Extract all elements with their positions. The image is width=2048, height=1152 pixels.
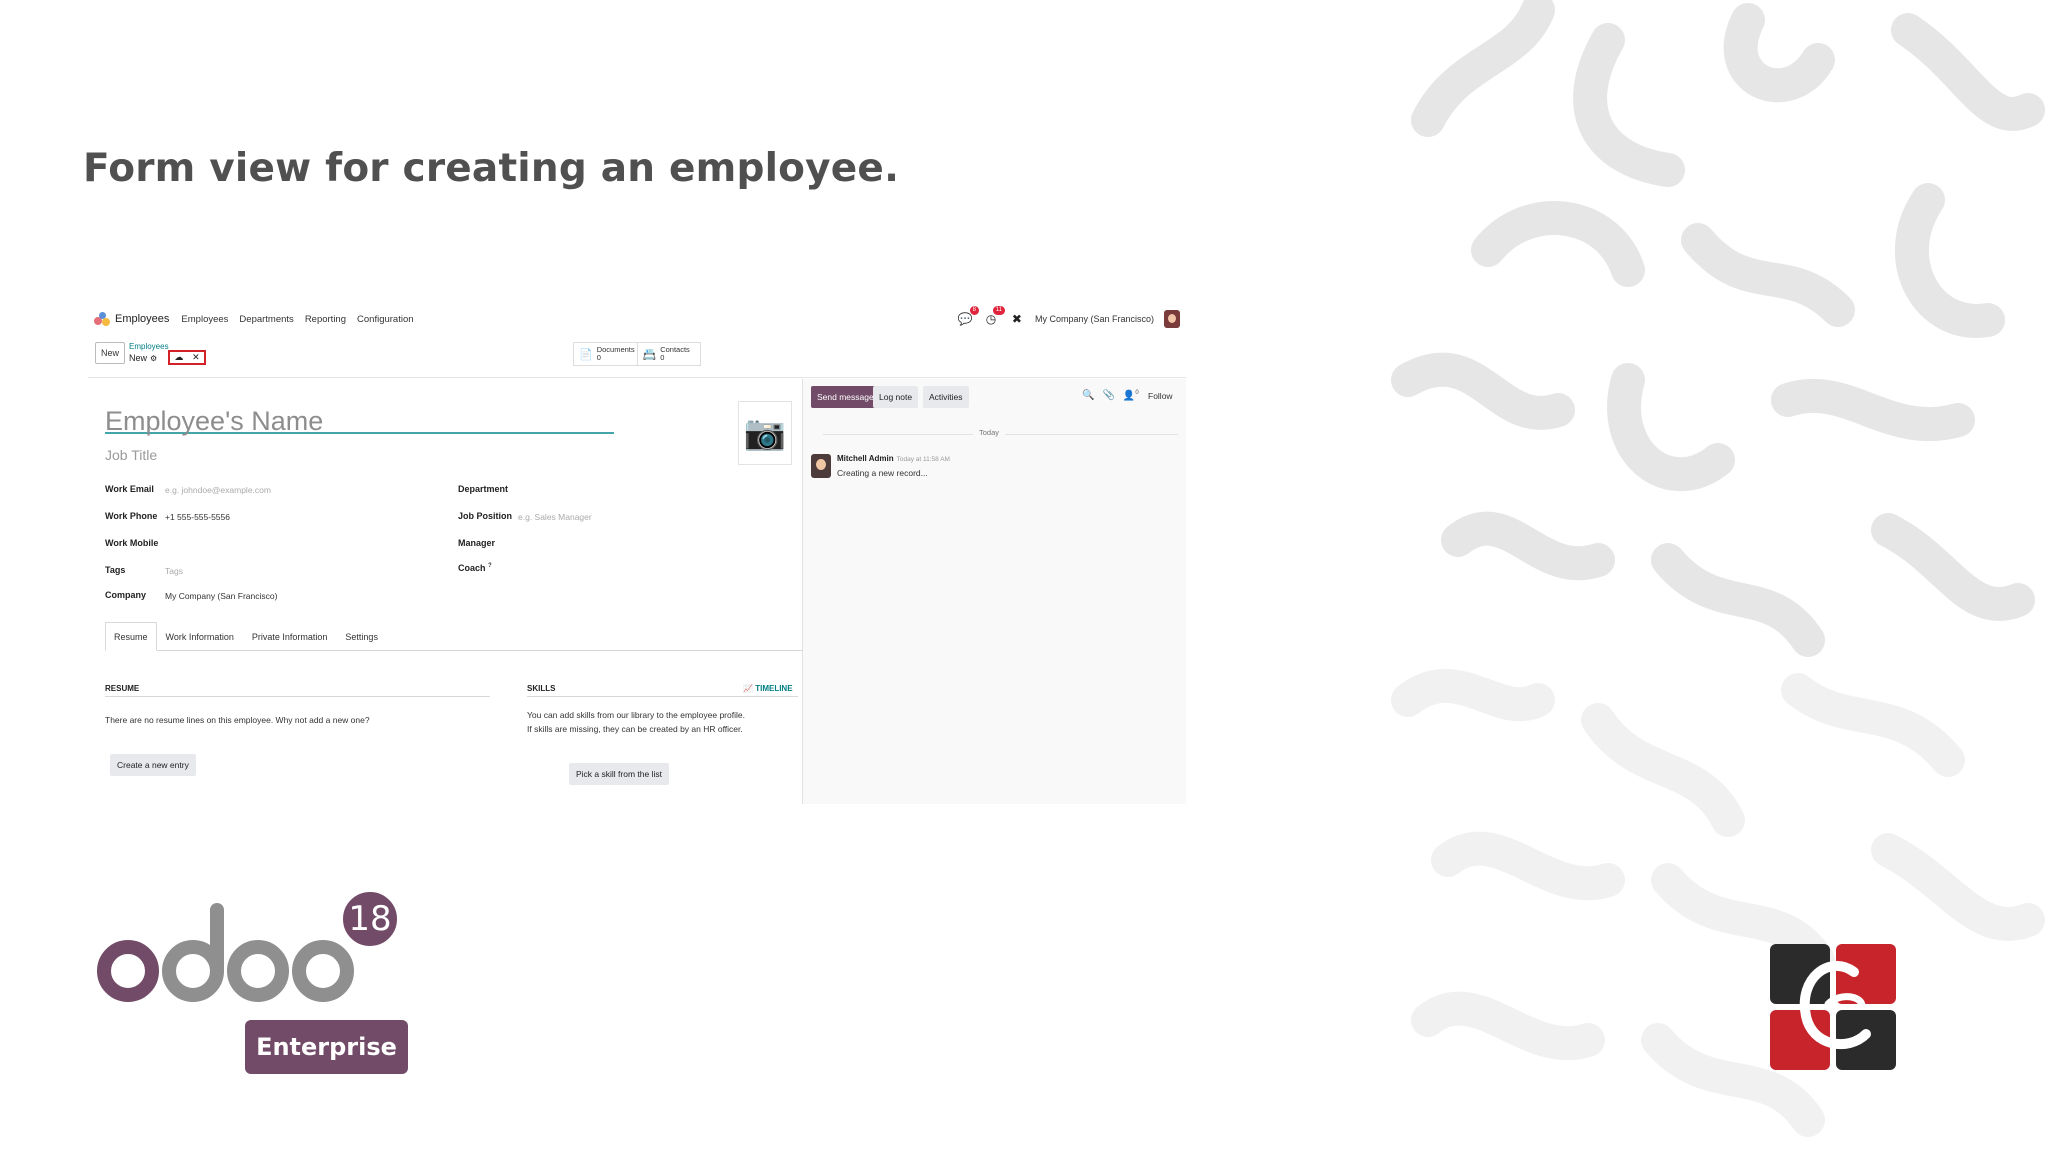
tags-input[interactable]: Tags [165, 566, 183, 576]
gear-icon[interactable]: ⚙ [150, 354, 157, 363]
new-button[interactable]: New [95, 342, 125, 364]
coach-label: Coach ? [458, 563, 492, 573]
tab-resume[interactable]: Resume [105, 622, 157, 651]
work-phone-input[interactable]: +1 555-555-5556 [165, 512, 230, 522]
discuss-badge: 8 [969, 306, 979, 315]
followers-icon[interactable]: 👤0 [1123, 390, 1139, 401]
followers-count: 0 [1135, 390, 1139, 396]
manager-label: Manager [458, 538, 496, 548]
skills-divider [527, 696, 798, 697]
work-mobile-label: Work Mobile [105, 538, 159, 548]
enterprise-badge: Enterprise [245, 1020, 408, 1074]
breadcrumb-current: New ⚙ [129, 353, 157, 363]
date-separator-label: Today [973, 428, 1006, 437]
department-label: Department [458, 484, 509, 494]
resume-divider [105, 696, 490, 697]
breadcrumb-employees[interactable]: Employees [129, 342, 169, 351]
user-avatar[interactable] [1164, 310, 1180, 328]
pick-skill-button[interactable]: Pick a skill from the list [569, 763, 669, 785]
message-author-avatar[interactable] [811, 454, 831, 478]
employees-app-icon[interactable] [94, 312, 110, 326]
chart-line-icon: 📈 [743, 684, 753, 693]
top-navbar: Employees Employees Departments Reportin… [88, 300, 1186, 338]
documents-count: 0 [596, 353, 601, 362]
tab-private-information[interactable]: Private Information [243, 622, 337, 651]
job-position-input[interactable]: e.g. Sales Manager [518, 512, 592, 522]
control-panel: New Employees New ⚙ ☁ ✕ 📄 Documents 0 📇 Co… [88, 338, 1186, 378]
work-email-input[interactable]: e.g. johndoe@example.com [165, 485, 271, 495]
work-email-label: Work Email [105, 484, 154, 494]
menu-configuration[interactable]: Configuration [357, 314, 414, 325]
skills-help-text-2: If skills are missing, they can be creat… [527, 724, 743, 734]
contacts-count: 0 [660, 353, 665, 362]
skills-section-title: SKILLS [527, 684, 556, 693]
search-icon[interactable]: 🔍 [1082, 390, 1094, 401]
message-author-name[interactable]: Mitchell Admin [837, 454, 894, 463]
contacts-smart-button[interactable]: 📇 Contacts 0 [638, 343, 701, 365]
contacts-label: Contacts [660, 345, 690, 354]
employee-name-input[interactable]: Employee's Name [105, 408, 614, 435]
activities-button[interactable]: Activities [923, 386, 969, 408]
decorative-pattern [1391, 0, 2045, 1137]
activity-clock-icon[interactable]: ◷ 11 [983, 306, 1005, 327]
breadcrumb-current-label: New [129, 353, 148, 363]
job-title-input[interactable]: Job Title [105, 447, 157, 463]
version-badge: 18 [339, 888, 401, 950]
follow-button[interactable]: Follow [1148, 391, 1173, 401]
debug-tools-icon[interactable]: ✖ [1009, 311, 1025, 327]
activity-badge: 11 [992, 306, 1005, 315]
message-time: Today at 11:58 AM [896, 456, 950, 463]
save-cloud-icon[interactable]: ☁ [174, 352, 183, 363]
resume-empty-text: There are no resume lines on this employ… [105, 715, 370, 725]
company-input[interactable]: My Company (San Francisco) [165, 591, 277, 601]
create-new-entry-button[interactable]: Create a new entry [110, 754, 196, 776]
systray: 💬 8 ◷ 11 ✖ My Company (San Francisco) [957, 306, 1180, 328]
message-body: Creating a new record... [837, 468, 928, 478]
coach-help-icon[interactable]: ? [488, 563, 492, 569]
resume-section-title: RESUME [105, 684, 140, 693]
timeline-link[interactable]: 📈 TIMELINE [743, 684, 793, 693]
form-sheet: Employee's Name Job Title 📷 Work Email e… [95, 379, 803, 804]
chatter-panel: Send message Log note Activities 🔍 📎 👤0 … [803, 379, 1186, 804]
app-name[interactable]: Employees [115, 313, 169, 325]
discuss-icon[interactable]: 💬 8 [957, 306, 979, 327]
tab-settings[interactable]: Settings [336, 622, 387, 651]
timeline-label: TIMELINE [755, 684, 793, 693]
skills-help-text-1: You can add skills from our library to t… [527, 710, 745, 720]
odoo-screenshot: Employees Employees Departments Reportin… [88, 300, 1186, 804]
document-icon: 📄 [579, 348, 593, 361]
smart-buttons: 📄 Documents 0 📇 Contacts 0 [573, 342, 701, 366]
company-label: Company [105, 590, 147, 600]
company-brand-logo [1770, 944, 1896, 1070]
menu-reporting[interactable]: Reporting [305, 314, 346, 325]
add-photo-camera-icon[interactable]: 📷 [738, 401, 792, 465]
notebook-tabs: Resume Work Information Private Informat… [105, 622, 803, 651]
slide-title: Form view for creating an employee. [83, 146, 900, 191]
company-switcher[interactable]: My Company (San Francisco) [1035, 314, 1154, 324]
message-author: Mitchell Admin Today at 11:58 AM [837, 454, 950, 463]
tab-work-information[interactable]: Work Information [157, 622, 243, 651]
menu-employees[interactable]: Employees [181, 314, 228, 325]
coach-label-text: Coach [458, 563, 486, 573]
save-discard-highlight: ☁ ✕ [168, 350, 206, 365]
log-note-button[interactable]: Log note [873, 386, 919, 408]
chatter-tools: 🔍 📎 👤0 [1082, 390, 1139, 401]
send-message-button[interactable]: Send message [811, 386, 880, 408]
menu-departments[interactable]: Departments [239, 314, 293, 325]
documents-label: Documents [596, 345, 635, 354]
work-phone-label: Work Phone [105, 511, 158, 521]
documents-smart-button[interactable]: 📄 Documents 0 [574, 343, 638, 365]
contact-card-icon: 📇 [642, 348, 657, 361]
discard-icon[interactable]: ✕ [192, 352, 200, 363]
tags-label: Tags [105, 565, 126, 575]
paperclip-icon[interactable]: 📎 [1102, 390, 1114, 401]
job-position-label: Job Position [458, 511, 512, 521]
